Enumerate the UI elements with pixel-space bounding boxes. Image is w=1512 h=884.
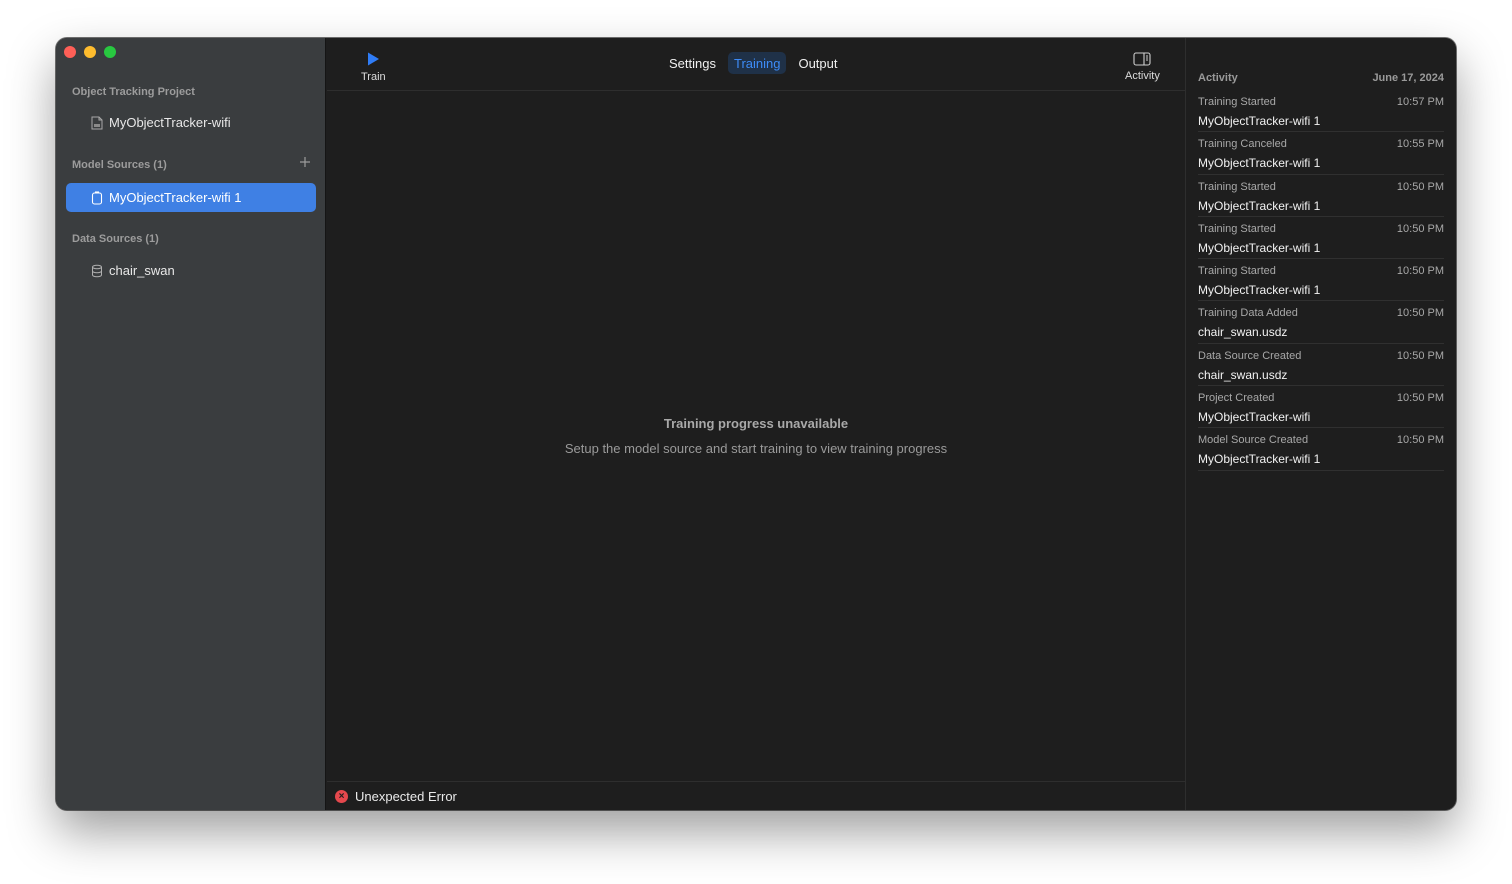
activity-title: Activity — [1198, 72, 1238, 84]
model-icon — [90, 190, 104, 205]
tab-training[interactable]: Training — [727, 52, 787, 74]
document-icon — [90, 116, 104, 130]
activity-target: MyObjectTracker-wifi 1 — [1198, 240, 1321, 255]
error-circle-icon: × — [335, 789, 348, 803]
activity-time: 10:50 PM — [1396, 349, 1444, 362]
close-window-button[interactable] — [64, 46, 76, 58]
activity-time: 10:50 PM — [1396, 222, 1444, 235]
activity-row[interactable]: Project Created 10:50 PM MyObjectTracker-… — [1198, 386, 1444, 429]
minimize-window-button[interactable] — [84, 46, 96, 58]
activity-event: Training Started — [1198, 96, 1276, 108]
add-model-source-button[interactable] — [298, 156, 312, 170]
train-button-label: Train — [361, 71, 386, 83]
activity-target: MyObjectTracker-wifi 1 — [1198, 114, 1321, 128]
data-sources-header: Data Sources (1) — [72, 233, 159, 245]
activity-date: June 17, 2024 — [1372, 72, 1444, 84]
activity-event: Training Started — [1198, 222, 1276, 235]
activity-row[interactable]: Training Data Added 10:50 PM chair_swan.u… — [1198, 301, 1444, 344]
zoom-window-button[interactable] — [104, 46, 116, 58]
activity-time: 10:55 PM — [1396, 138, 1444, 151]
activity-header: Activity June 17, 2024 — [1198, 72, 1444, 84]
activity-list: Training Started 10:57 PM MyObjectTracker… — [1198, 90, 1444, 471]
activity-event: Project Created — [1198, 392, 1275, 405]
status-error-text: Unexpected Error — [355, 788, 457, 804]
activity-panel: Activity June 17, 2024 Training Started 1… — [1185, 38, 1456, 810]
database-icon — [90, 264, 104, 278]
activity-event: Training Started — [1198, 180, 1276, 193]
sidebar-item-label: MyObjectTracker-wifi 1 — [109, 190, 242, 205]
view-tabs: Settings Training Output — [663, 52, 844, 74]
activity-button-label: Activity — [1125, 70, 1160, 82]
plus-icon — [300, 157, 310, 167]
empty-state-subtitle: Setup the model source and start trainin… — [564, 441, 948, 456]
activity-row[interactable]: Training Canceled 10:55 PM MyObjectTracke… — [1198, 132, 1444, 175]
activity-target: chair_swan.usdz — [1198, 367, 1288, 382]
activity-row[interactable]: Training Started 10:50 PM MyObjectTracker… — [1198, 217, 1444, 260]
window-controls — [64, 46, 116, 58]
activity-row[interactable]: Data Source Created 10:50 PM chair_swan.u… — [1198, 344, 1444, 387]
activity-target: MyObjectTracker-wifi 1 — [1198, 452, 1321, 467]
model-sources-header: Model Sources (1) — [72, 159, 167, 171]
activity-target: MyObjectTracker-wifi 1 — [1198, 283, 1321, 298]
activity-row[interactable]: Training Started 10:50 PM MyObjectTracker… — [1198, 259, 1444, 302]
activity-toggle-button[interactable]: Activity — [1125, 52, 1160, 82]
activity-target: chair_swan.usdz — [1198, 325, 1288, 340]
empty-state-title: Training progress unavailable — [663, 416, 849, 431]
toolbar: Train Settings Training Output Activity — [327, 38, 1185, 91]
sidebar: Object Tracking Project MyObjectTracker-… — [56, 38, 326, 810]
sidebar-item-data-source[interactable]: chair_swan — [66, 256, 316, 285]
activity-row[interactable]: Training Started 10:57 PM MyObjectTracker… — [1198, 90, 1444, 133]
sidebar-item-label: MyObjectTracker-wifi — [109, 115, 231, 130]
activity-time: 10:50 PM — [1396, 434, 1444, 447]
sidebar-item-label: chair_swan — [109, 263, 175, 278]
activity-row[interactable]: Model Source Created 10:50 PM MyObjectTra… — [1198, 428, 1444, 471]
activity-target: MyObjectTracker-wifi 1 — [1198, 198, 1321, 213]
empty-state: Training progress unavailable Setup the … — [327, 416, 1185, 456]
sidebar-right-icon — [1133, 52, 1151, 66]
tab-output[interactable]: Output — [792, 52, 843, 74]
activity-row[interactable]: Training Started 10:50 PM MyObjectTracker… — [1198, 175, 1444, 217]
activity-event: Training Started — [1198, 265, 1276, 278]
activity-time: 10:57 PM — [1396, 96, 1444, 108]
activity-event: Training Canceled — [1198, 138, 1287, 151]
activity-target: MyObjectTracker-wifi — [1198, 410, 1311, 425]
train-button[interactable]: Train — [361, 51, 386, 83]
activity-target: MyObjectTracker-wifi 1 — [1198, 156, 1321, 171]
activity-event: Data Source Created — [1198, 349, 1302, 362]
activity-time: 10:50 PM — [1396, 307, 1444, 320]
tab-settings[interactable]: Settings — [663, 52, 722, 74]
activity-event: Training Data Added — [1198, 307, 1298, 320]
play-icon — [368, 52, 380, 66]
activity-event: Model Source Created — [1198, 434, 1309, 447]
main-content: Train Settings Training Output Activity … — [327, 38, 1185, 810]
activity-time: 10:50 PM — [1396, 392, 1444, 405]
app-window: Object Tracking Project MyObjectTracker-… — [56, 38, 1456, 810]
sidebar-item-project[interactable]: MyObjectTracker-wifi — [66, 108, 316, 137]
status-bar[interactable]: × Unexpected Error — [327, 781, 1185, 810]
sidebar-item-model-source[interactable]: MyObjectTracker-wifi 1 — [66, 183, 316, 212]
activity-time: 10:50 PM — [1396, 265, 1444, 278]
project-section-header: Object Tracking Project — [72, 86, 195, 98]
activity-time: 10:50 PM — [1396, 180, 1444, 193]
